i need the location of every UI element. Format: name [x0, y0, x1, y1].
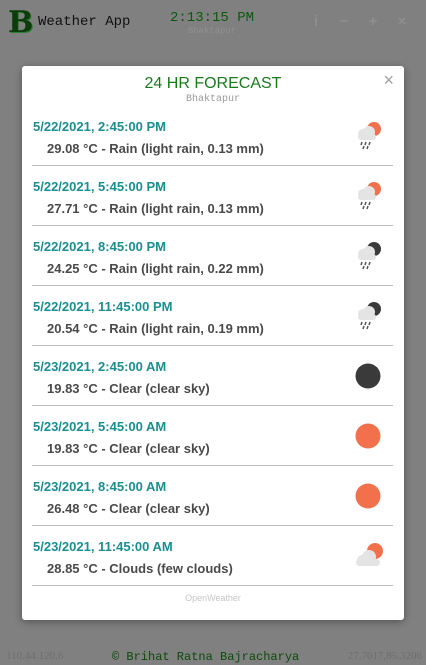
forecast-modal: 24 HR FORECAST Bhaktapur × 5/22/2021, 2:… [22, 66, 404, 620]
close-window-button[interactable]: × [392, 12, 412, 32]
forecast-description: 19.83 °C - Clear (clear sky) [47, 441, 210, 456]
footer-coordinates: 27.7017,85.3206 [347, 650, 422, 662]
forecast-description: 29.08 °C - Rain (light rain, 0.13 mm) [47, 141, 264, 156]
modal-title: 24 HR FORECAST [144, 75, 282, 92]
forecast-description: 20.54 °C - Rain (light rain, 0.19 mm) [47, 321, 264, 336]
app-title: Weather App [38, 14, 131, 30]
forecast-time: 5/23/2021, 5:45:00 AM [33, 419, 167, 434]
app-logo: B [8, 5, 34, 40]
forecast-description: 24.25 °C - Rain (light rain, 0.22 mm) [47, 261, 264, 276]
moon-icon [355, 363, 381, 389]
modal-subtitle: Bhaktapur [185, 94, 240, 105]
forecast-item: 5/23/2021, 11:45:00 AM 28.85 °C - Clouds… [32, 526, 393, 586]
title-bar: B Weather App 2:13:15 PM Bhaktapur i − +… [0, 0, 426, 44]
footer-ip-address: 110.44.120.6 [6, 650, 64, 662]
info-button[interactable]: i [306, 12, 326, 32]
forecast-item: 5/22/2021, 5:45:00 PM 27.71 °C - Rain (l… [32, 166, 393, 226]
forecast-description: 27.71 °C - Rain (light rain, 0.13 mm) [47, 201, 264, 216]
forecast-time: 5/23/2021, 11:45:00 AM [33, 539, 173, 554]
minimize-button[interactable]: − [334, 12, 354, 32]
forecast-time: 5/22/2021, 8:45:00 PM [33, 239, 166, 254]
forecast-item: 5/22/2021, 11:45:00 PM 20.54 °C - Rain (… [32, 286, 393, 346]
cloud-sun-icon [356, 543, 383, 566]
close-icon[interactable]: × [383, 70, 394, 91]
forecast-item: 5/23/2021, 8:45:00 AM 26.48 °C - Clear (… [32, 466, 393, 526]
forecast-time: 5/23/2021, 8:45:00 AM [33, 479, 167, 494]
forecast-item: 5/22/2021, 2:45:00 PM 29.08 °C - Rain (l… [32, 106, 393, 166]
sun-icon [355, 483, 381, 509]
forecast-time: 5/23/2021, 2:45:00 AM [33, 359, 167, 374]
forecast-description: 26.48 °C - Clear (clear sky) [47, 501, 210, 516]
clock-city: Bhaktapur [187, 26, 237, 36]
footer-author: © Brihat Ratna Bajracharya [112, 650, 300, 664]
rain-moon-icon [358, 302, 381, 330]
forecast-item: 5/22/2021, 8:45:00 PM 24.25 °C - Rain (l… [32, 226, 393, 286]
forecast-item: 5/23/2021, 5:45:00 AM 19.83 °C - Clear (… [32, 406, 393, 466]
sun-icon [355, 423, 381, 449]
rain-sun-icon [358, 182, 381, 210]
forecast-list: 5/22/2021, 2:45:00 PM 29.08 °C - Rain (l… [32, 106, 393, 586]
maximize-button[interactable]: + [363, 12, 383, 32]
rain-moon-icon [358, 242, 381, 270]
forecast-item: 5/23/2021, 2:45:00 AM 19.83 °C - Clear (… [32, 346, 393, 406]
forecast-time: 5/22/2021, 5:45:00 PM [33, 179, 166, 194]
forecast-time: 5/22/2021, 11:45:00 PM [33, 299, 173, 314]
forecast-description: 19.83 °C - Clear (clear sky) [47, 381, 210, 396]
attribution-credit: OpenWeather [185, 593, 241, 603]
clock-time: 2:13:15 PM [169, 10, 254, 26]
forecast-description: 28.85 °C - Clouds (few clouds) [47, 561, 233, 576]
rain-sun-icon [358, 122, 381, 150]
forecast-time: 5/22/2021, 2:45:00 PM [33, 119, 166, 134]
